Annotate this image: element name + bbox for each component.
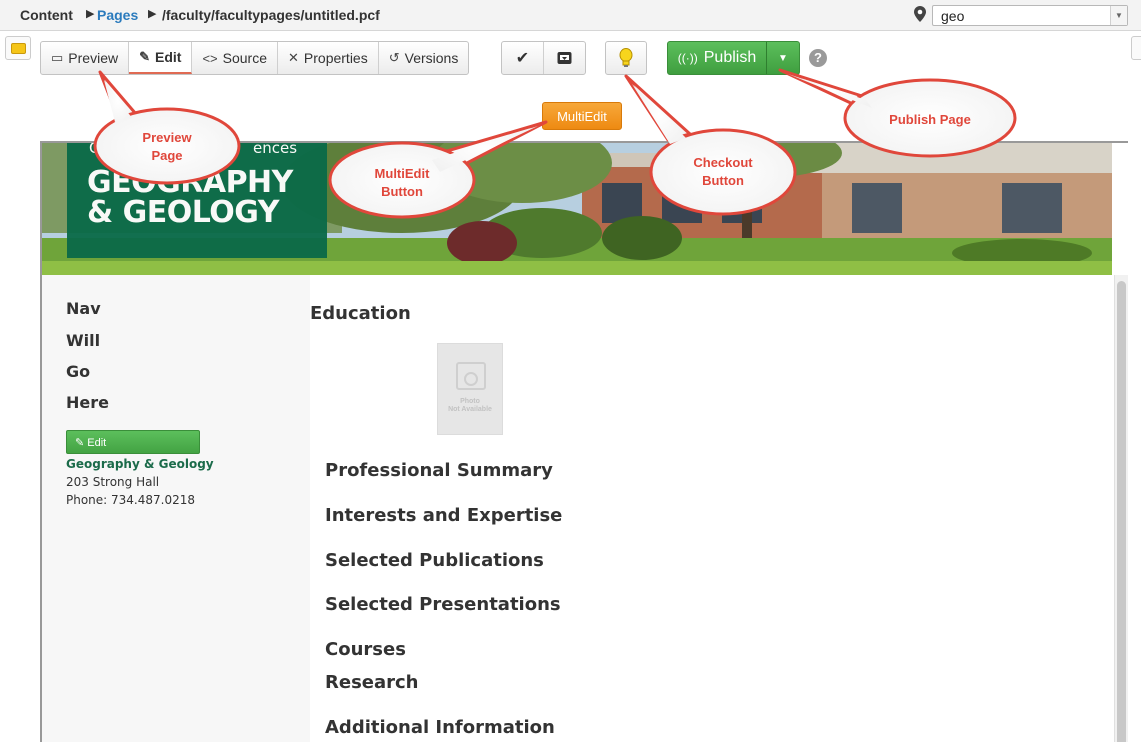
versions-label: Versions <box>404 50 459 66</box>
properties-label: Properties <box>303 50 368 66</box>
nav-item[interactable]: Will <box>66 331 100 350</box>
publish-dropdown-toggle[interactable]: ▼ <box>767 42 799 74</box>
section-heading: Courses <box>325 639 406 660</box>
callout-line: Button <box>702 173 744 188</box>
pencil-icon: ✎ <box>139 49 150 64</box>
panel-toggle[interactable] <box>1131 36 1141 60</box>
site-select[interactable]: geo ▼ <box>932 5 1128 26</box>
monitor-icon: ▭ <box>51 50 64 65</box>
checkmark-icon: ✔ <box>515 50 530 67</box>
college-name-partial-right: ences <box>253 143 298 157</box>
preview-page-callout-text: Preview Page <box>127 129 207 165</box>
department-name: Geography & Geology <box>66 457 214 471</box>
chevron-down-icon[interactable]: ▼ <box>1110 6 1127 25</box>
location-pin-icon <box>914 6 926 22</box>
save-button[interactable] <box>544 42 585 74</box>
breadcrumb-content[interactable]: Content <box>20 7 73 23</box>
history-icon: ↺ <box>388 50 400 65</box>
callout-line: Button <box>381 184 423 199</box>
section-heading: Professional Summary <box>325 460 553 481</box>
preview-button[interactable]: ▭ Preview <box>41 42 130 74</box>
section-heading: Selected Publications <box>325 550 544 571</box>
multiedit-button[interactable]: MultiEdit <box>542 102 622 130</box>
photo-text-line2: Not Available <box>448 406 492 413</box>
sidebar-edit-button[interactable]: ✎ Edit <box>66 430 200 454</box>
section-heading: Research <box>325 672 419 693</box>
sidebar: Nav Will Go Here ✎ Edit Geography & Geol… <box>42 275 310 742</box>
nav-item[interactable]: Nav <box>66 299 101 318</box>
callout-line: Preview <box>142 130 192 145</box>
chevron-right-icon: ▶ <box>148 8 157 20</box>
site-select-value: geo <box>941 8 965 24</box>
caret-down-icon: ▼ <box>778 52 788 64</box>
address: 203 Strong Hall <box>66 475 160 489</box>
help-icon[interactable]: ? <box>809 49 827 67</box>
phone: Phone: 734.487.0218 <box>66 493 196 507</box>
publish-label: Publish <box>703 49 757 66</box>
breadcrumb-pages[interactable]: Pages <box>97 7 138 23</box>
broadcast-icon: ((·)) <box>677 51 698 65</box>
publish-split-button: ((·)) Publish ▼ <box>667 41 800 75</box>
callout-line: Checkout <box>693 155 753 170</box>
tools-icon: ✕ <box>288 50 299 65</box>
photo-placeholder-text: Photo Not Available <box>438 398 502 414</box>
code-icon: <> <box>202 50 218 66</box>
multiedit-callout-text: MultiEdit Button <box>357 165 447 201</box>
nav-item[interactable]: Here <box>66 393 109 412</box>
source-label: Source <box>222 50 267 66</box>
photo-placeholder: Photo Not Available <box>437 343 503 435</box>
scrollbar[interactable] <box>1114 275 1128 742</box>
check-button[interactable]: ✔ <box>502 42 544 74</box>
properties-button[interactable]: ✕ Properties <box>278 42 379 74</box>
lightbulb-icon <box>619 48 633 67</box>
college-name-partial: C <box>89 143 100 157</box>
breadcrumb-bar: Content ▶ Pages ▶ /faculty/facultypages/… <box>0 0 1141 31</box>
archive-icon <box>557 52 572 64</box>
nav-item[interactable]: Go <box>66 362 90 381</box>
versions-button[interactable]: ↺ Versions <box>379 42 469 74</box>
breadcrumb-path: /faculty/facultypages/untitled.pcf <box>162 7 380 23</box>
section-heading: Selected Presentations <box>325 594 561 615</box>
callout-line: Page <box>151 148 183 163</box>
checkout-button[interactable] <box>605 41 647 75</box>
file-navigator-button[interactable] <box>5 36 31 60</box>
folder-icon <box>11 43 26 54</box>
photo-text-line1: Photo <box>460 398 480 405</box>
preview-label: Preview <box>68 50 119 66</box>
page-preview: C ences GEOGRAPHY & GEOLOGY Nav Will Go … <box>40 141 1128 742</box>
section-heading: Interests and Expertise <box>325 505 563 526</box>
action-group: ✔ <box>501 41 586 75</box>
view-mode-group: ▭ Preview ✎ Edit <> Source ✕ Properties … <box>40 41 470 75</box>
source-button[interactable]: <> Source <box>192 42 278 74</box>
sidebar-edit-label: Edit <box>87 437 107 449</box>
section-heading: Additional Information <box>325 717 555 738</box>
edit-label: Edit <box>155 49 182 65</box>
scrollbar-thumb[interactable] <box>1117 281 1126 742</box>
chevron-right-icon: ▶ <box>86 8 95 20</box>
publish-button[interactable]: ((·)) Publish <box>668 42 767 74</box>
checkout-callout-text: Checkout Button <box>678 154 768 190</box>
callout-line: MultiEdit <box>374 166 430 181</box>
department-title-line2: & GEOLOGY <box>87 195 279 230</box>
edit-button[interactable]: ✎ Edit <box>129 42 193 74</box>
education-heading: Education <box>310 303 411 324</box>
pencil-icon: ✎ <box>75 437 88 449</box>
publish-page-callout-text: Publish Page <box>889 112 971 127</box>
camera-icon <box>456 362 486 390</box>
